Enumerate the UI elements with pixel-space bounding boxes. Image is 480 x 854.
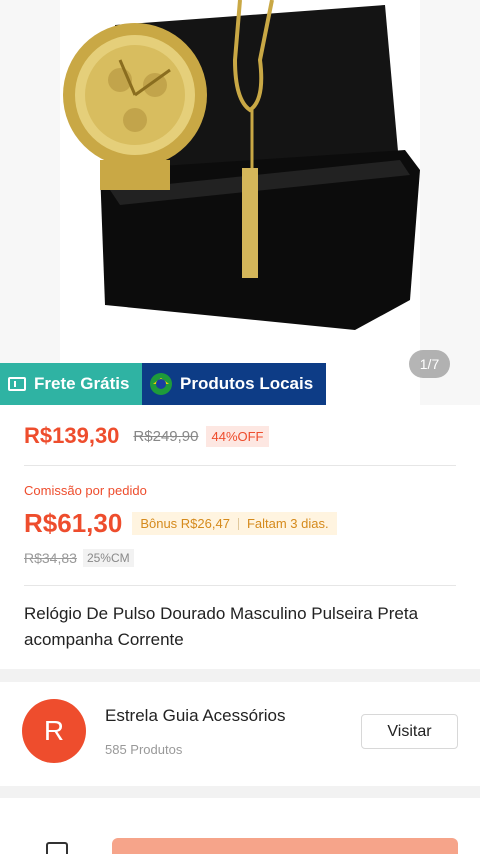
bonus-deadline: Faltam 3 dias. [246,516,329,531]
commission-row: R$61,30 Bônus R$26,47 Faltam 3 dias. [24,508,337,539]
commission-rate-badge: 25%CM [82,549,134,567]
ticket-icon [8,377,26,391]
divider [24,585,456,586]
shop-card[interactable]: R Estrela Guia Acessórios 585 Produtos V… [0,682,480,786]
product-info-card: R$139,30 R$249,90 44%OFF Comissão por pe… [0,405,480,669]
local-products-label: Produtos Locais [180,374,314,393]
free-shipping-badge: Frete Grátis [0,363,142,405]
product-photo [63,0,420,330]
divider [24,465,456,466]
brazil-flag-icon [150,373,172,395]
commission-value: R$61,30 [24,508,123,538]
primary-action-button[interactable] [112,838,458,854]
bonus-pill: Bônus R$26,47 Faltam 3 dias. [132,512,337,535]
product-detail-page: 1/7 Frete Grátis Produtos Locais R$139,3… [0,0,480,854]
shipping-badges: Frete Grátis Produtos Locais [0,363,326,405]
bonus-separator [237,517,239,530]
shop-product-count: 585 Produtos [105,742,183,757]
current-price: R$139,30 [24,423,120,448]
commission-old-value: R$34,83 [24,550,77,566]
bonus-text: Bônus R$26,47 [140,516,230,531]
store-icon[interactable] [46,842,68,854]
price-row: R$139,30 R$249,90 44%OFF [24,423,269,449]
image-counter: 1/7 [409,350,450,378]
original-price: R$249,90 [133,427,199,445]
local-products-badge: Produtos Locais [142,363,326,405]
discount-badge: 44%OFF [206,425,269,447]
product-gallery[interactable]: 1/7 [0,0,480,405]
shop-name[interactable]: Estrela Guia Acessórios [105,706,285,726]
bottom-action-bar [0,798,480,854]
product-title: Relógio De Pulso Dourado Masculino Pulse… [24,604,419,649]
free-shipping-label: Frete Grátis [34,374,130,393]
shop-avatar[interactable]: R [22,699,86,763]
commission-label: Comissão por pedido [24,483,147,498]
product-image[interactable] [60,0,420,405]
commission-rate-row: R$34,83 25%CM [24,549,134,567]
visit-shop-button[interactable]: Visitar [361,714,458,749]
